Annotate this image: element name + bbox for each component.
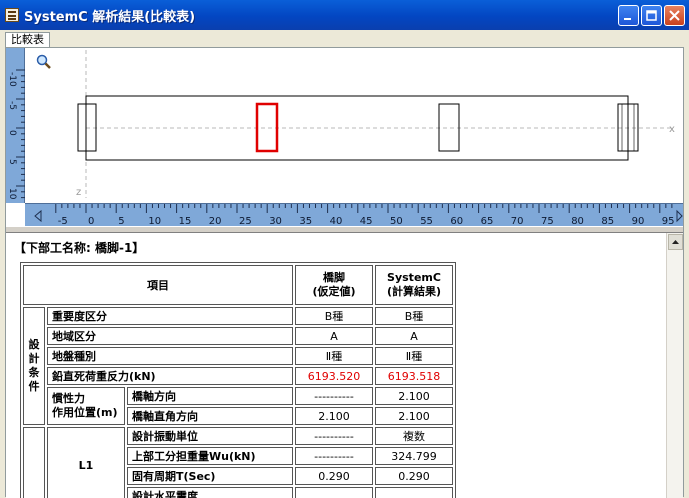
app-icon [5, 8, 19, 22]
structure-viewer[interactable]: -10 -5 0 5 10 x z -5 0 5 10 15 20 25 30 35 40 45 50 55 60… [6, 48, 683, 233]
row-value1: 0.290 [295, 467, 373, 485]
inertia-label: 慣性力 作用位置(m) [47, 387, 125, 425]
pier-right [438, 103, 460, 152]
zoom-icon[interactable] [36, 54, 52, 73]
minimize-icon [624, 18, 631, 20]
header-col2: SystemC (計算結果) [375, 265, 453, 305]
vertical-scrollbar[interactable] [666, 233, 683, 498]
title-bar: SystemC 解析結果(比較表) [0, 0, 689, 30]
client-area: -10 -5 0 5 10 x z -5 0 5 10 15 20 25 30 35 40 45 50 55 60… [5, 47, 684, 498]
row-value1: ---------- [295, 427, 373, 445]
inertia-label-line1: 慣性力 [52, 392, 85, 405]
row-label: 橋軸直角方向 [127, 407, 293, 425]
group-design-label: 設計条件 [28, 338, 40, 393]
row-value2: 複数 [375, 427, 453, 445]
row-value1: ---------- [295, 447, 373, 465]
row-value2: 2.100 [375, 407, 453, 425]
deck-outline [85, 95, 629, 161]
row-label: 地域区分 [47, 327, 293, 345]
row-label: 設計水平震度 [127, 487, 293, 498]
row-value1: Ⅱ種 [295, 347, 373, 365]
row-value2: A [375, 327, 453, 345]
row-value2: B種 [375, 307, 453, 325]
report-title: 【下部工名称: 橋脚-1】 [14, 241, 145, 255]
report-pane: 【下部工名称: 橋脚-1】 項目 橋脚 (仮定値) SystemC (計算結果)… [6, 233, 666, 498]
window-title: SystemC 解析結果(比較表) [24, 10, 196, 25]
row-label: 上部工分担重量Wu(kN) [127, 447, 293, 465]
maximize-button[interactable] [641, 5, 662, 26]
inertia-label-line2: 作用位置(m) [52, 406, 118, 419]
row-value1: 2.100 [295, 407, 373, 425]
row-value2: 0.290 [375, 467, 453, 485]
row-value1: A [295, 327, 373, 345]
row-label: 橋軸方向 [127, 387, 293, 405]
pier-selected [255, 102, 279, 153]
row-value1: ---------- [295, 387, 373, 405]
header-col2-line1: SystemC [387, 271, 441, 284]
row-value2: 324.799 [375, 447, 453, 465]
maximize-icon [646, 10, 657, 21]
group-l1-label: L1 [47, 427, 125, 498]
horizontal-ruler-scale: -5 0 5 10 15 20 25 30 35 40 45 50 55 60 65 70 75 80 85 90 95 [34, 204, 683, 227]
header-col2-line2: (計算結果) [386, 285, 442, 298]
comparison-table: 項目 橋脚 (仮定値) SystemC (計算結果) 設計条件 重要度区分 B種… [20, 262, 456, 498]
row-label: 鉛直死荷重反力(kN) [47, 367, 293, 385]
header-item: 項目 [23, 265, 293, 305]
horizontal-ruler: -5 0 5 10 15 20 25 30 35 40 45 50 55 60 65 70 75 80 85 90 95 [25, 203, 683, 227]
row-label: 設計振動単位 [127, 427, 293, 445]
scroll-up-button[interactable] [668, 234, 683, 250]
group-design: 設計条件 [23, 307, 45, 425]
ruler-left-arrow [34, 209, 42, 223]
minimize-button[interactable] [618, 5, 639, 26]
axis-x-label: x [669, 124, 675, 135]
row-label: 地盤種別 [47, 347, 293, 365]
row-value2: Ⅱ種 [375, 347, 453, 365]
row-value2: 6193.518 [375, 367, 453, 385]
axis-z-label: z [76, 187, 81, 198]
row-value2: 2.100 [375, 387, 453, 405]
header-col1-line1: 橋脚 [323, 271, 345, 284]
row-value1: 6193.520 [295, 367, 373, 385]
group-l1 [23, 427, 45, 498]
tab-comparison-table[interactable]: 比較表 [5, 32, 50, 47]
header-col1-line2: (仮定値) [312, 285, 356, 298]
row-value1: B種 [295, 307, 373, 325]
close-button[interactable] [664, 5, 685, 26]
arrow-up-icon [672, 240, 679, 244]
row-label: 固有周期T(Sec) [127, 467, 293, 485]
splitter[interactable] [6, 226, 683, 233]
pier-drawing: x z [76, 50, 675, 198]
row-label: 重要度区分 [47, 307, 293, 325]
header-col1: 橋脚 (仮定値) [295, 265, 373, 305]
row-value2 [375, 487, 453, 498]
row-value1 [295, 487, 373, 498]
close-icon [669, 10, 680, 21]
tab-strip: 比較表 [0, 30, 689, 47]
ruler-right-arrow [676, 209, 683, 223]
